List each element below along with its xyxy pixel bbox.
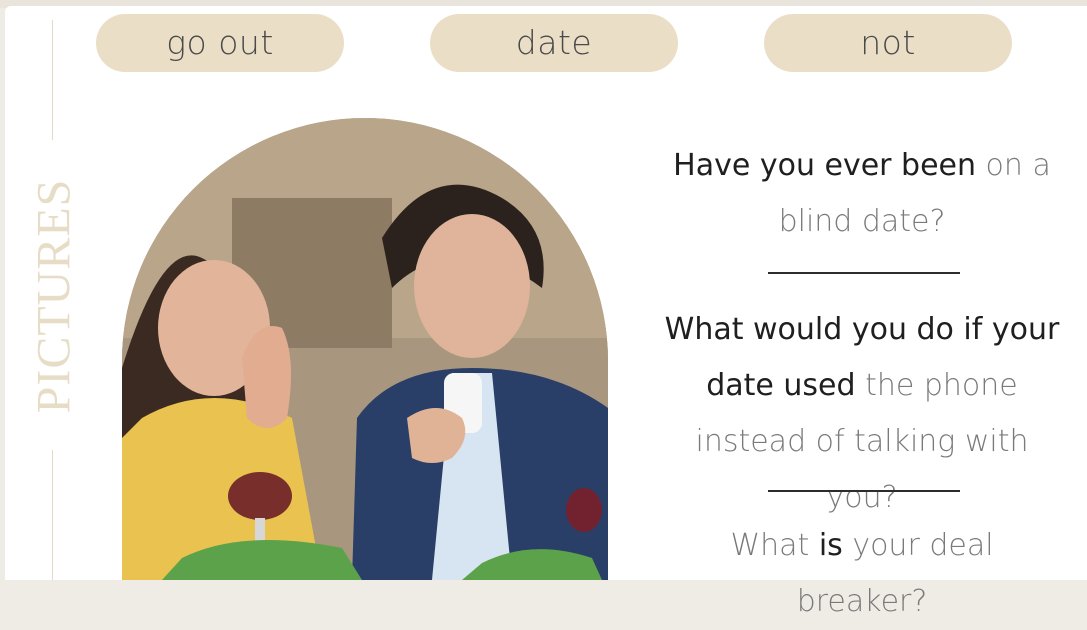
divider-rule-2 <box>768 490 960 492</box>
vocab-pill-date[interactable]: date <box>430 14 678 72</box>
couple-photo <box>122 118 608 580</box>
vertical-divider-bottom <box>52 450 53 580</box>
question-1: Have you ever been on a blind date? <box>662 138 1062 250</box>
vertical-divider-top <box>52 20 53 140</box>
photo-arch <box>122 118 608 580</box>
side-label: PICTURES <box>27 178 81 414</box>
divider-rule-1 <box>768 272 960 274</box>
question-1-dark: Have you ever been <box>673 148 976 183</box>
question-2-dark-b: date used <box>706 368 856 403</box>
question-3: What is your deal breaker? <box>662 518 1062 630</box>
question-2-dark-a: What would you do if your <box>664 312 1060 347</box>
question-2: What would you do if your date used the … <box>662 302 1062 526</box>
vocab-pill-not[interactable]: not <box>764 14 1012 72</box>
vocab-pill-go-out[interactable]: go out <box>96 14 344 72</box>
question-3-light-a: What <box>730 528 810 563</box>
question-3-dark: is <box>818 528 843 563</box>
